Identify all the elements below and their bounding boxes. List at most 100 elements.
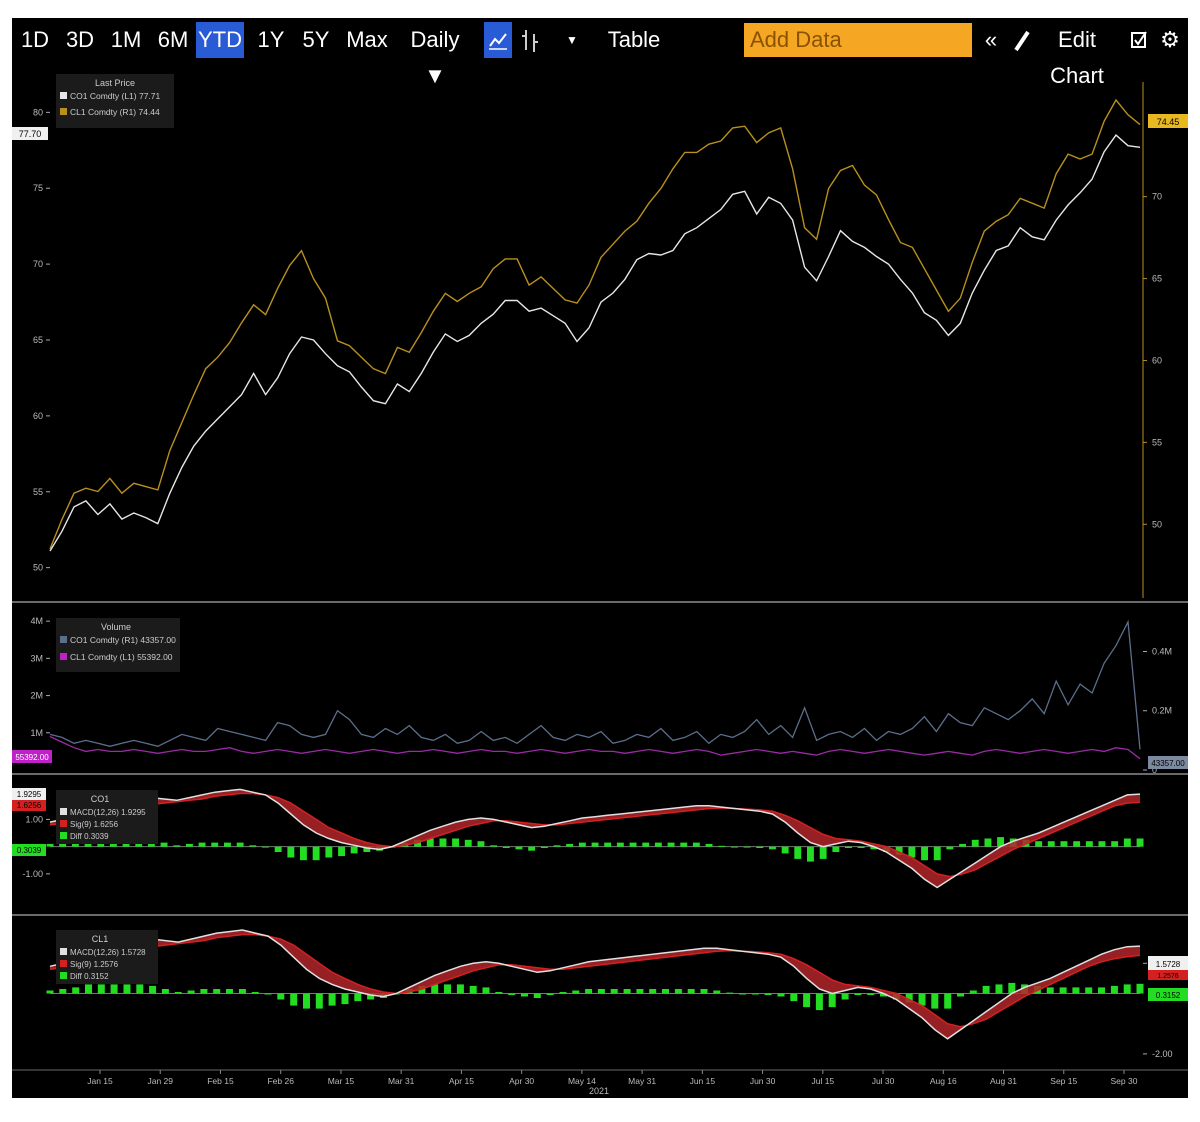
m2-diff-bar [944,993,952,1009]
price-left-tick-label: 80 [33,107,43,117]
m2-diff-bar [1085,987,1093,994]
co1-macd-title: CO1 [91,794,110,804]
cl1-sig-swatch [60,960,67,967]
x-tick-label: Sep 30 [1111,1076,1138,1086]
line-chart-icon[interactable] [484,22,512,58]
m2-diff-bar [700,989,708,994]
co1-diff-last-value: 0.3039 [17,846,42,855]
range-max-button[interactable]: Max [346,22,388,58]
price-right-axis: 50 55 60 65 70 [1142,82,1162,598]
m2-tick-label: -2.00 [1152,1049,1173,1059]
m1-diff-bar [528,846,536,851]
co1-legend-label: CO1 Comdty (L1) 77.71 [70,91,161,101]
m2-diff-bar [559,992,567,994]
range-6m-button[interactable]: 6M [154,22,192,58]
range-5y-button[interactable]: 5Y [300,22,332,58]
price-right-tick-label: 70 [1152,192,1162,202]
m2-diff-bar [123,984,131,994]
m1-diff-bar [515,846,523,850]
m2-diff-bar [136,984,144,994]
m1-diff-bar [173,845,181,847]
cl1-diff-legend-label: Diff 0.3152 [70,972,109,981]
m1-diff-bar [933,846,941,861]
m2-diff-bar [161,989,169,994]
table-button[interactable]: Table [606,22,662,58]
volume-left-tick-label: 2M [30,691,43,701]
m1-diff-bar [971,839,979,847]
range-1d-button[interactable]: 1D [18,22,52,58]
m1-diff-bar [464,839,472,847]
m2-diff-bar [674,989,682,994]
range-1y-button[interactable]: 1Y [256,22,286,58]
price-right-tick-label: 50 [1152,519,1162,529]
m1-diff-bar [1047,841,1055,847]
dropdown-caret-icon[interactable]: ▼ [560,22,584,58]
co1-volume-legend-label: CO1 Comdty (R1) 43357.00 [70,635,176,645]
m1-diff-bar [325,846,333,858]
m1-tick-label: -1.00 [22,869,43,879]
m2-diff-bar [444,984,451,994]
cl1-signal-line [49,933,1141,1028]
toolbar: 1D 3D 1M 6M YTD 1Y 5Y Max Daily ▼ ▼ Tabl… [12,18,1188,88]
m1-diff-bar [249,845,257,847]
m2-diff-bar [777,993,785,997]
x-tick-label: Jun 15 [690,1076,716,1086]
gear-icon[interactable]: ⚙ [1156,22,1184,58]
m1-diff-bar [1111,841,1119,847]
m2-diff-bar [508,993,516,995]
pencil-icon[interactable] [1012,22,1032,58]
add-data-input[interactable] [744,23,972,57]
m1-diff-bar [654,842,662,847]
m1-diff-bar [160,842,168,847]
cl1-diff-last-value: 0.3152 [1156,991,1181,1000]
m1-diff-bar [604,842,612,847]
bar-chart-icon[interactable] [518,22,542,58]
x-tick-label: Mar 15 [328,1076,355,1086]
co1-diff-swatch [60,832,67,839]
checkbox-edit-icon[interactable] [1128,22,1150,58]
co1-sig-legend-label: Sig(9) 1.6256 [70,820,119,829]
m2-diff-bar [636,989,644,994]
m2-diff-bar [1136,983,1144,994]
m2-diff-bar [303,993,310,1009]
m2-diff-bar [867,993,875,995]
edit-chart-button[interactable]: Edit Chart [1034,22,1120,88]
m2-diff-bar [931,993,939,1009]
frequency-dropdown[interactable]: Daily ▼ [398,22,472,88]
price-right-tick-label: 55 [1152,437,1162,447]
m1-diff-bar [769,846,776,850]
x-tick-label: Apr 30 [509,1076,534,1086]
m1-diff-bar [287,846,295,858]
cl1-volume-last-value: 55392.00 [15,753,49,762]
co1-price-line [49,134,1141,552]
co1-macd-swatch [60,808,67,815]
m1-diff-bar [236,842,244,847]
m2-diff-bar [739,993,746,995]
volume-left-tick-label: 3M [30,653,43,663]
range-ytd-button[interactable]: YTD [196,22,244,58]
x-tick-label: Jul 15 [811,1076,834,1086]
collapse-chevrons-icon[interactable]: « [978,22,1004,58]
m1-diff-bar [984,838,992,847]
m1-diff-bar [946,846,954,850]
price-title: Last Price [95,78,135,88]
m2-diff-bar [597,989,605,994]
co1-macd-band [50,789,1140,888]
price-left-tick-label: 55 [33,487,43,497]
m1-diff-bar [1098,841,1106,847]
m1-diff-bar [502,846,510,848]
x-tick-label: Apr 15 [449,1076,474,1086]
range-1m-button[interactable]: 1M [108,22,144,58]
m1-diff-bar [731,846,738,848]
m1-diff-bar [845,846,852,848]
m1-diff-bar [718,845,726,847]
m1-diff-bar [312,846,320,861]
m2-diff-bar [982,985,990,994]
volume-title: Volume [101,622,131,632]
m1-diff-bar [705,843,713,847]
range-3d-button[interactable]: 3D [62,22,98,58]
m2-diff-bar [174,992,182,994]
x-axis: Jan 15 Jan 29 Feb 15 Feb 26 Mar 15 Mar 31 Apr … [87,1070,1138,1086]
m2-diff-bar [482,987,490,994]
m1-diff-bar [477,841,485,847]
